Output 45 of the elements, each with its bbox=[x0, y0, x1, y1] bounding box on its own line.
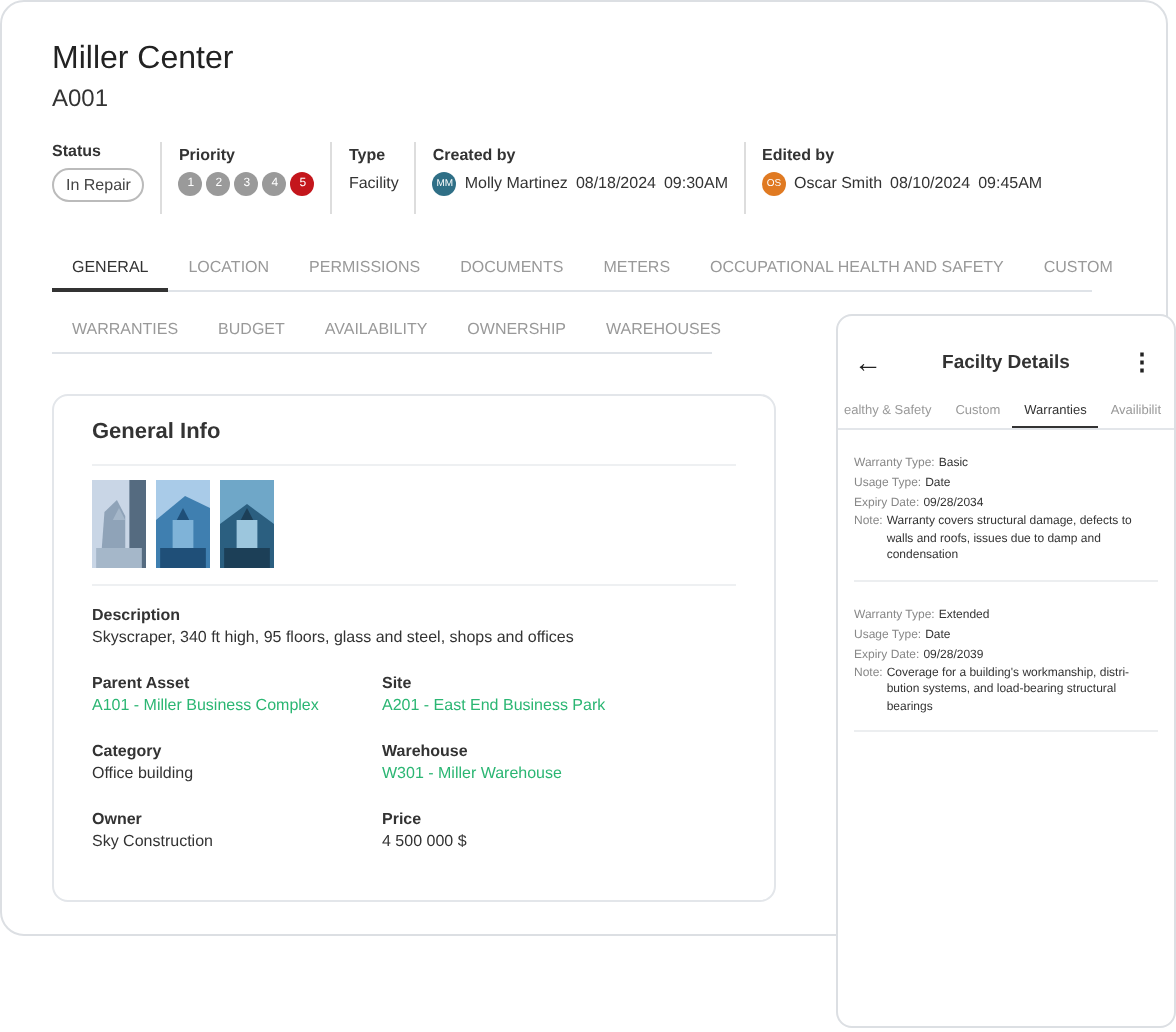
field-label: Description bbox=[92, 606, 183, 624]
field-label: Priority bbox=[178, 146, 237, 164]
tab[interactable]: WAREHOUSES bbox=[586, 312, 742, 352]
back-icon[interactable]: ← bbox=[854, 346, 882, 378]
tab[interactable]: DOCUMENTS bbox=[440, 250, 584, 290]
field-value: Sky Construction bbox=[92, 832, 215, 850]
user-name: Oscar Smith bbox=[794, 172, 883, 196]
field-label: Status bbox=[52, 142, 103, 160]
screen-title: Facilty Details bbox=[942, 351, 1070, 373]
time-text: 09:30AM bbox=[663, 172, 729, 196]
link[interactable]: W301 - Miller Warehouse bbox=[382, 764, 722, 782]
tab[interactable]: AVAILABILITY bbox=[304, 312, 448, 352]
tab[interactable]: WARRANTIES bbox=[52, 312, 199, 352]
field-value: Office building bbox=[92, 764, 196, 782]
tab[interactable]: CUSTOM bbox=[1023, 250, 1133, 290]
section-title: General Info bbox=[92, 420, 736, 466]
tab[interactable]: PERMISSIONS bbox=[289, 250, 441, 290]
menu-icon[interactable]: ⋮ bbox=[1129, 348, 1154, 376]
field-label: Category bbox=[92, 742, 164, 760]
field-label: Parent Asset bbox=[92, 674, 192, 692]
link[interactable]: A101 - Miller Business Complex bbox=[92, 696, 382, 714]
field-label: Type bbox=[348, 146, 388, 164]
asset-code: A001 bbox=[52, 84, 111, 112]
field-value: Skyscraper, 340 ft high, 95 floors, glass and steel, shops and offices bbox=[92, 628, 576, 646]
field-label: Site bbox=[382, 674, 414, 692]
user-name: Molly Martinez bbox=[464, 172, 568, 196]
tab[interactable]: OCCUPATIONAL HEALTH AND SAFETY bbox=[690, 250, 1024, 290]
field-value: 4 500 000 $ bbox=[382, 832, 469, 850]
field-label: Edited by bbox=[762, 146, 837, 164]
field-label: Warehouse bbox=[382, 742, 470, 760]
field-label: Price bbox=[382, 810, 424, 828]
tab[interactable]: METERS bbox=[583, 250, 691, 290]
type-value: Facility bbox=[348, 172, 399, 196]
link[interactable]: A201 - East End Business Park bbox=[382, 696, 722, 714]
tab[interactable]: OWNERSHIP bbox=[447, 312, 587, 352]
time-text: 09:45AM bbox=[978, 172, 1043, 196]
tab[interactable]: GENERAL bbox=[52, 250, 169, 292]
asset-title: Miller Center bbox=[52, 42, 236, 78]
field-label: Created by bbox=[432, 146, 518, 164]
date-text: 08/10/2024 bbox=[890, 172, 971, 196]
tab[interactable]: LOCATION bbox=[168, 250, 290, 290]
tab[interactable]: BUDGET bbox=[198, 312, 305, 352]
field-label: Owner bbox=[92, 810, 144, 828]
status-badge: In Repair bbox=[52, 168, 145, 202]
date-text: 08/18/2024 bbox=[575, 172, 656, 196]
